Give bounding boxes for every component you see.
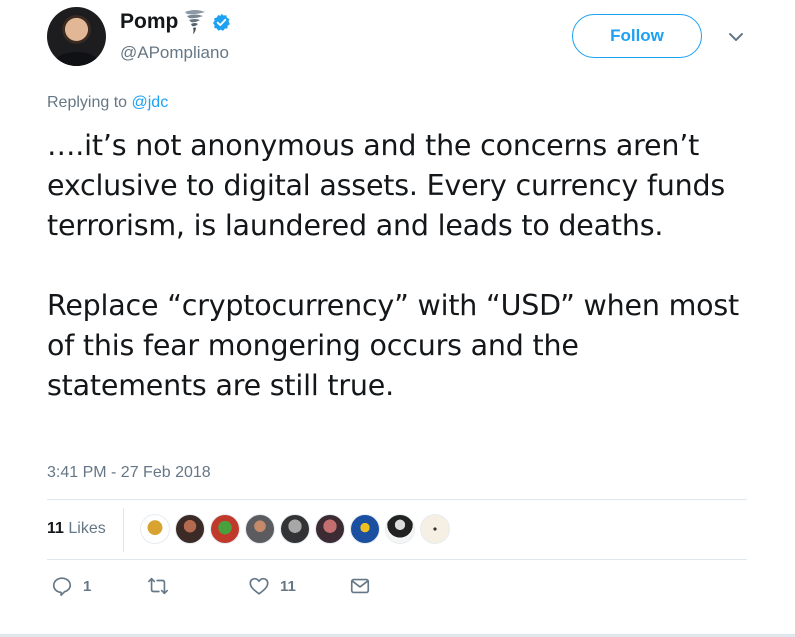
tweet-text: ….it’s not anonymous and the concerns ar…: [47, 126, 747, 406]
chevron-down-icon[interactable]: [728, 31, 744, 43]
liker-avatar[interactable]: [245, 514, 275, 544]
retweet-icon: [148, 577, 168, 595]
verified-badge-icon: [213, 13, 231, 31]
author-avatar[interactable]: [47, 7, 106, 66]
liker-avatar[interactable]: [420, 514, 450, 544]
reply-count: 1: [83, 577, 92, 595]
replying-to-prefix: Replying to: [47, 94, 132, 111]
tornado-icon: [185, 10, 206, 34]
likes-label: Likes: [68, 520, 106, 537]
tweet-paragraph-1: ….it’s not anonymous and the concerns ar…: [47, 129, 725, 242]
divider-top: [47, 499, 747, 500]
follow-button[interactable]: Follow: [572, 14, 702, 58]
reply-button[interactable]: 1: [51, 575, 91, 597]
liker-avatar[interactable]: [280, 514, 310, 544]
author-name-row: Pomp: [120, 9, 231, 35]
liker-avatar[interactable]: [175, 514, 205, 544]
like-count: 11: [280, 577, 296, 595]
envelope-icon: [350, 578, 370, 594]
likes-separator: [123, 508, 124, 552]
heart-icon: [249, 577, 269, 595]
liker-avatar[interactable]: [315, 514, 345, 544]
tweet-timestamp[interactable]: 3:41 PM - 27 Feb 2018: [47, 464, 211, 482]
liker-avatars: [140, 514, 450, 544]
reply-icon: [52, 577, 72, 596]
likes-count[interactable]: 11 Likes: [47, 520, 106, 538]
retweet-button[interactable]: [147, 575, 179, 597]
liker-avatar[interactable]: [140, 514, 170, 544]
like-button[interactable]: 11: [248, 575, 296, 597]
divider-bottom: [47, 559, 747, 560]
author-handle[interactable]: @APompliano: [120, 43, 229, 63]
liker-avatar[interactable]: [385, 514, 415, 544]
reply-target-link[interactable]: @jdc: [132, 94, 169, 111]
tweet-paragraph-2: Replace “cryptocurrency” with “USD” when…: [47, 289, 740, 402]
likes-number: 11: [47, 520, 64, 537]
direct-message-button[interactable]: [349, 575, 371, 597]
liker-avatar[interactable]: [210, 514, 240, 544]
liker-avatar[interactable]: [350, 514, 380, 544]
replying-to: Replying to @jdc: [47, 94, 168, 112]
author-name[interactable]: Pomp: [120, 10, 178, 34]
